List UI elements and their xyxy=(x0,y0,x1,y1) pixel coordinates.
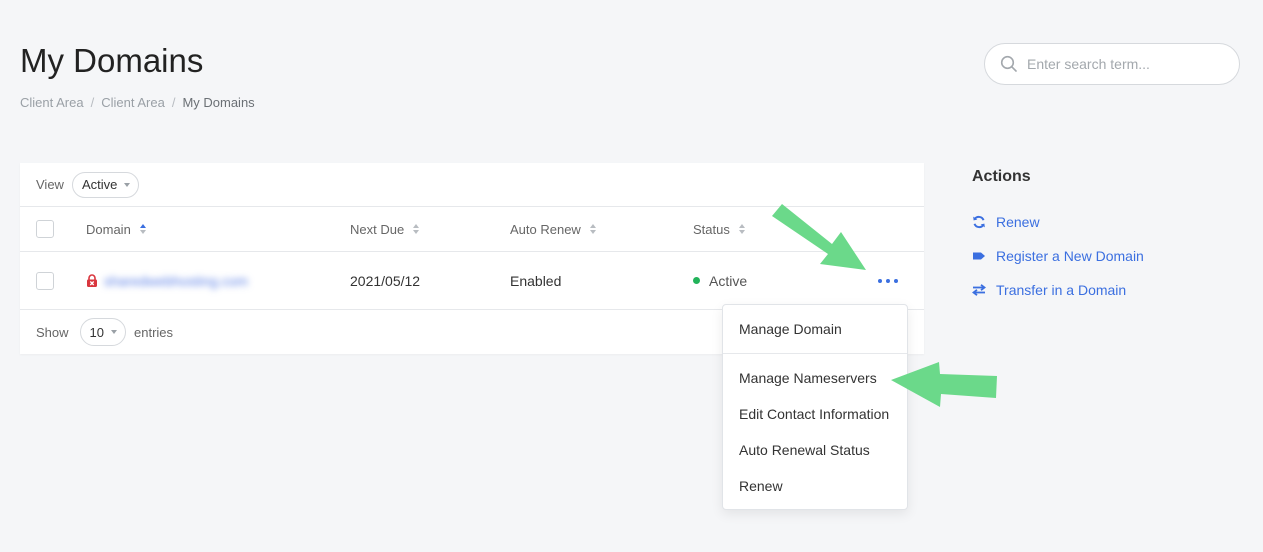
breadcrumb-client-area-2[interactable]: Client Area xyxy=(101,95,165,110)
action-link-transfer-domain[interactable]: Transfer in a Domain xyxy=(972,282,1126,298)
sort-icon xyxy=(413,224,420,234)
breadcrumb-separator: / xyxy=(90,95,95,110)
column-header-label: Domain xyxy=(86,221,131,237)
lock-icon xyxy=(87,274,97,287)
column-header-auto-renew[interactable]: Auto Renew xyxy=(510,207,596,251)
menu-item-renew[interactable]: Renew xyxy=(739,478,783,494)
select-all-checkbox[interactable] xyxy=(36,220,54,238)
refresh-icon xyxy=(973,215,985,229)
action-link-label: Register a New Domain xyxy=(996,248,1144,264)
column-header-label: Status xyxy=(693,221,730,237)
action-link-register-domain[interactable]: Register a New Domain xyxy=(972,248,1144,264)
more-actions-button[interactable] xyxy=(874,275,902,287)
next-due-date: 2021/05/12 xyxy=(350,272,421,289)
column-header-next-due[interactable]: Next Due xyxy=(350,207,420,251)
tag-icon xyxy=(973,252,985,260)
show-label: Show xyxy=(36,324,69,340)
view-select-value: Active xyxy=(81,177,118,192)
menu-item-edit-contact-information[interactable]: Edit Contact Information xyxy=(739,406,889,422)
sort-icon xyxy=(139,224,146,234)
column-header-label: Next Due xyxy=(350,221,405,237)
search-input[interactable] xyxy=(1027,56,1227,72)
row-checkbox[interactable] xyxy=(36,271,54,290)
view-select[interactable]: Active xyxy=(71,171,140,198)
annotation-arrow-icon xyxy=(891,362,997,407)
annotation-arrow-icon xyxy=(772,204,866,270)
menu-item-manage-nameservers[interactable]: Manage Nameservers xyxy=(739,370,877,386)
search-icon xyxy=(1000,55,1017,72)
page-size-select[interactable]: 10 xyxy=(79,318,126,346)
view-label: View xyxy=(36,177,64,192)
breadcrumb-client-area-1[interactable]: Client Area xyxy=(20,95,84,110)
auto-renew-value: Enabled xyxy=(510,272,562,289)
action-link-label: Renew xyxy=(996,214,1040,230)
breadcrumb-separator: / xyxy=(171,95,176,110)
chevron-down-icon xyxy=(111,330,117,334)
sort-icon xyxy=(738,224,745,234)
search-box[interactable] xyxy=(984,43,1240,85)
actions-sidebar: Actions Renew Register a New Domain Tran… xyxy=(972,168,1144,298)
sort-icon xyxy=(589,224,596,234)
row-actions-dropdown: Manage Domain Manage Nameservers Edit Co… xyxy=(722,304,908,510)
column-header-label: Auto Renew xyxy=(510,221,581,237)
entries-label: entries xyxy=(134,324,174,340)
view-filter-row: View Active xyxy=(20,163,924,207)
domain-link[interactable]: sharedwebhosting.com xyxy=(104,273,248,289)
status-badge: Active xyxy=(709,272,748,289)
breadcrumb-current: My Domains xyxy=(182,95,255,110)
page-size-value: 10 xyxy=(89,324,104,340)
action-link-label: Transfer in a Domain xyxy=(996,282,1127,298)
chevron-down-icon xyxy=(124,182,131,187)
action-link-renew[interactable]: Renew xyxy=(972,214,1040,230)
column-header-status[interactable]: Status xyxy=(693,207,745,251)
status-dot-icon xyxy=(693,277,700,284)
menu-item-manage-domain[interactable]: Manage Domain xyxy=(739,321,842,337)
menu-divider xyxy=(723,353,907,354)
transfer-icon xyxy=(972,284,986,296)
actions-title: Actions xyxy=(972,168,1031,185)
column-header-domain[interactable]: Domain xyxy=(86,207,146,251)
breadcrumb: Client Area / Client Area / My Domains xyxy=(20,95,255,110)
page-title: My Domains xyxy=(20,42,204,79)
menu-item-auto-renewal-status[interactable]: Auto Renewal Status xyxy=(739,442,870,458)
